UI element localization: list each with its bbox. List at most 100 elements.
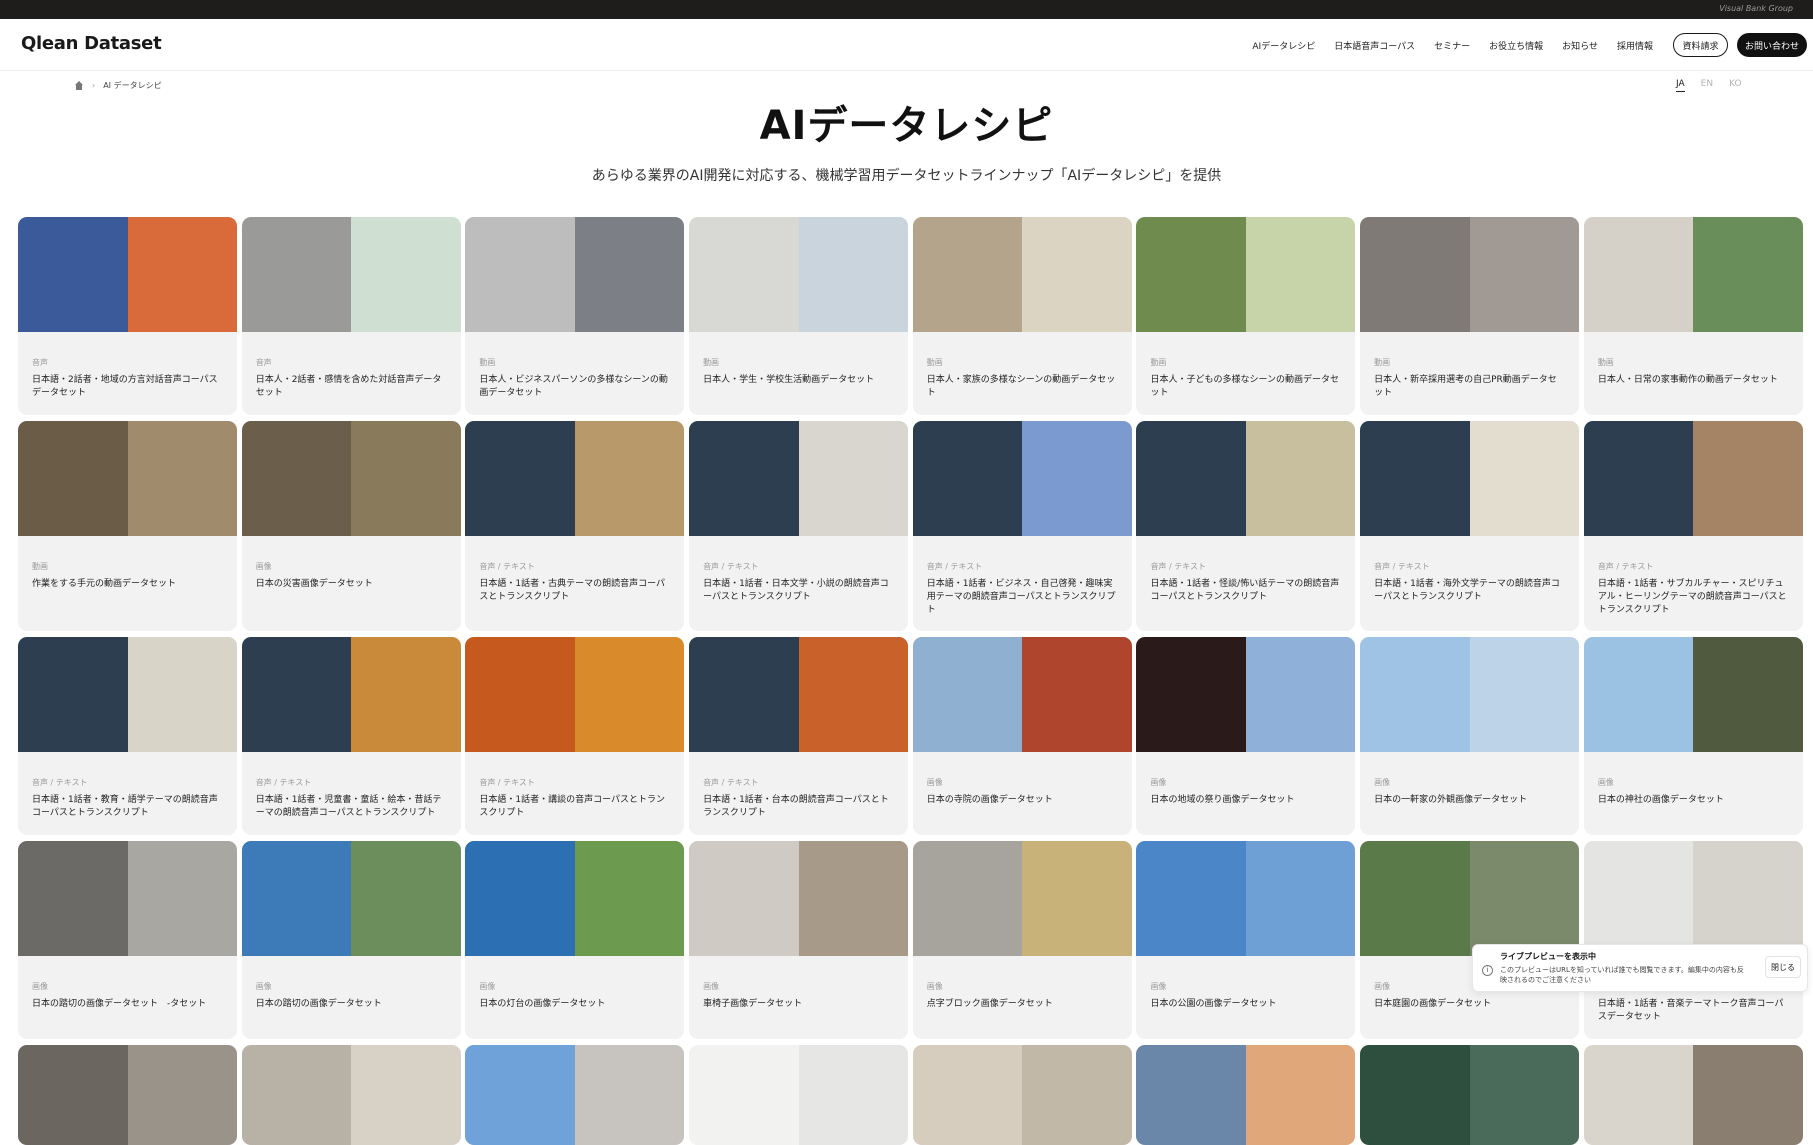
dataset-card[interactable]: 画像 日本の一軒家の外観画像データセット (1360, 637, 1580, 835)
thumbnail-image (1360, 217, 1470, 332)
nav-ai-data-recipe[interactable]: AIデータレシピ (1252, 39, 1315, 52)
dataset-card[interactable]: 音声 / テキスト 日本語・1話者・教育・語学テーマの朗読音声コーパスとトランスク… (18, 637, 237, 835)
dataset-title: 日本庭園の画像データセット (1374, 999, 1492, 1009)
dataset-thumbnail (18, 1045, 237, 1145)
dataset-thumbnail (18, 421, 237, 536)
dataset-title: 日本人・2話者・感情を含めた対話音声データセット (255, 375, 442, 398)
dataset-card[interactable] (1136, 1045, 1356, 1145)
thumbnail-image (1583, 841, 1694, 956)
dataset-card[interactable] (689, 1045, 909, 1145)
dataset-title: 点字ブロック画像データセット (926, 999, 1053, 1009)
dataset-card[interactable]: 動画 日本人・日常の家事動作の動画データセット (1583, 217, 1803, 415)
dataset-card[interactable]: 画像 日本の踏切の画像データセット (241, 841, 461, 1039)
dataset-card[interactable]: 音声 / テキスト 日本語・1話者・サブカルチャー・スピリチュアル・ヒーリングテー… (1583, 421, 1803, 631)
dataset-card[interactable]: 音声 日本人・2話者・感情を含めた対話音声データセット (241, 217, 461, 415)
dataset-thumbnail (465, 421, 685, 536)
site-logo[interactable]: Qlean Dataset (21, 33, 162, 54)
dataset-thumbnail (689, 841, 909, 956)
dataset-card[interactable]: 音声 / テキスト 日本語・1話者・古典テーマの朗読音声コーパスとトランスクリプト (465, 421, 685, 631)
thumbnail-image (1022, 841, 1132, 956)
dataset-card[interactable] (1360, 1045, 1580, 1145)
home-icon[interactable] (74, 81, 84, 90)
dataset-card[interactable]: 音声 日本語・2話者・地域の方言対話音声コーパスデータセット (18, 217, 237, 415)
dataset-card[interactable]: 音声 / テキスト 日本語・1話者・怪談/怖い話テーマの朗読音声コーパスとトランス… (1136, 421, 1356, 631)
dataset-card[interactable]: 動画 作業をする手元の動画データセット (18, 421, 237, 631)
toast-close-button[interactable]: 閉じる (1765, 956, 1801, 978)
nav-news[interactable]: お知らせ (1562, 39, 1598, 52)
dataset-card[interactable] (912, 1045, 1132, 1145)
thumbnail-image (1245, 841, 1356, 956)
thumbnail-image (1469, 1045, 1580, 1145)
thumbnail-image (1022, 1045, 1132, 1145)
lang-ja[interactable]: JA (1676, 79, 1685, 92)
dataset-card[interactable] (1583, 1045, 1803, 1145)
thumbnail-image (351, 1045, 461, 1145)
contact-button[interactable]: お問い合わせ (1737, 33, 1807, 57)
dataset-card[interactable]: 音声 / テキスト 日本語・1話者・海外文学テーマの朗読音声コーパスとトランスクリ… (1360, 421, 1580, 631)
request-docs-button[interactable]: 資料請求 (1673, 33, 1728, 57)
breadcrumb: › AI データレシピ (74, 80, 162, 91)
dataset-card[interactable]: 画像 日本庭園の画像データセット (1360, 841, 1580, 1039)
thumbnail-image (1136, 421, 1246, 536)
dataset-title: 日本人・子どもの多様なシーンの動画データセット (1150, 375, 1339, 398)
thumbnail-image (574, 841, 685, 956)
dataset-card[interactable]: 画像日本の踏切の画像データセット -タセット (18, 841, 237, 1039)
dataset-card[interactable]: 音声 / テキスト 日本語・1話者・児童書・童話・絵本・昔話テーマの朗読音声コーパ… (241, 637, 461, 835)
nav-seminar[interactable]: セミナー (1434, 39, 1470, 52)
dataset-card[interactable]: 音声 / テキスト 日本語・1話者・ビジネス・自己啓発・趣味実用テーマの朗読音声コ… (912, 421, 1132, 631)
dataset-tag: 画像 (926, 778, 943, 787)
dataset-thumbnail (912, 637, 1132, 752)
nav-recruit[interactable]: 採用情報 (1617, 39, 1653, 52)
lang-en[interactable]: EN (1701, 79, 1713, 92)
thumbnail-image (1469, 637, 1580, 752)
nav-japanese-speech-corpus[interactable]: 日本語音声コーパス (1334, 39, 1415, 52)
dataset-title: 日本の踏切の画像データセット -タセット (32, 999, 207, 1009)
thumbnail-image (798, 841, 909, 956)
dataset-grid: 音声 日本語・2話者・地域の方言対話音声コーパスデータセット 音声 日本人・2話者・感… (18, 217, 1803, 1145)
thumbnail-image (18, 1045, 128, 1145)
thumbnail-image (127, 637, 237, 752)
dataset-card[interactable] (241, 1045, 461, 1145)
dataset-thumbnail (1360, 217, 1580, 332)
dataset-tag: 画像 (255, 562, 272, 571)
dataset-thumbnail (1136, 421, 1356, 536)
info-icon: i (1482, 965, 1493, 976)
lang-ko[interactable]: KO (1729, 79, 1742, 92)
dataset-card[interactable]: 画像 日本の神社の画像データセット (1583, 637, 1803, 835)
thumbnail-image (912, 637, 1023, 752)
dataset-thumbnail (241, 1045, 461, 1145)
dataset-card[interactable]: 画像 点字ブロック画像データセット (912, 841, 1132, 1039)
dataset-tag: 画像 (32, 982, 48, 991)
dataset-thumbnail (1136, 1045, 1356, 1145)
dataset-card[interactable]: 日本語・1話者・音楽テーマトーク音声コーパスデータセット (1583, 841, 1803, 1039)
dataset-card[interactable]: 音声 / テキスト 日本語・1話者・日本文学・小説の朗読音声コーパスとトランスクリ… (689, 421, 909, 631)
dataset-card[interactable]: 画像 日本の地域の祭り画像データセット (1136, 637, 1356, 835)
thumbnail-image (689, 217, 799, 332)
thumbnail-image (1360, 421, 1470, 536)
dataset-card[interactable]: 音声 / テキスト 日本語・1話者・台本の朗読音声コーパスとトランスクリプト (689, 637, 909, 835)
thumbnail-image (127, 217, 237, 332)
thumbnail-image (1469, 421, 1580, 536)
dataset-card[interactable]: 画像 日本の公園の画像データセット (1136, 841, 1356, 1039)
language-switcher: JA EN KO (1676, 79, 1742, 92)
thumbnail-image (912, 421, 1023, 536)
page-title: AIデータレシピ (759, 103, 1054, 149)
dataset-card[interactable]: 動画 日本人・家族の多様なシーンの動画データセット (912, 217, 1132, 415)
dataset-card[interactable]: 動画 日本人・子どもの多様なシーンの動画データセット (1136, 217, 1356, 415)
dataset-card[interactable]: 動画 日本人・新卒採用選考の自己PR動画データセット (1360, 217, 1580, 415)
dataset-card[interactable]: 動画 日本人・ビジネスパーソンの多様なシーンの動画データセット (465, 217, 685, 415)
dataset-card[interactable] (465, 1045, 685, 1145)
dataset-thumbnail (241, 421, 461, 536)
thumbnail-image (18, 637, 128, 752)
dataset-card[interactable]: 画像 車椅子画像データセット (689, 841, 909, 1039)
dataset-card[interactable] (18, 1045, 237, 1145)
thumbnail-image (1360, 841, 1470, 956)
dataset-thumbnail (18, 841, 237, 956)
dataset-card[interactable]: 画像 日本の災害画像データセット (241, 421, 461, 631)
dataset-card[interactable]: 画像 日本の寺院の画像データセット (912, 637, 1132, 835)
breadcrumb-current: AI データレシピ (103, 81, 162, 90)
dataset-card[interactable]: 音声 / テキスト 日本語・1話者・講談の音声コーパスとトランスクリプト (465, 637, 685, 835)
nav-useful-info[interactable]: お役立ち情報 (1489, 39, 1543, 52)
dataset-card[interactable]: 動画 日本人・学生・学校生活動画データセット (689, 217, 909, 415)
dataset-card[interactable]: 画像 日本の灯台の画像データセット (465, 841, 685, 1039)
